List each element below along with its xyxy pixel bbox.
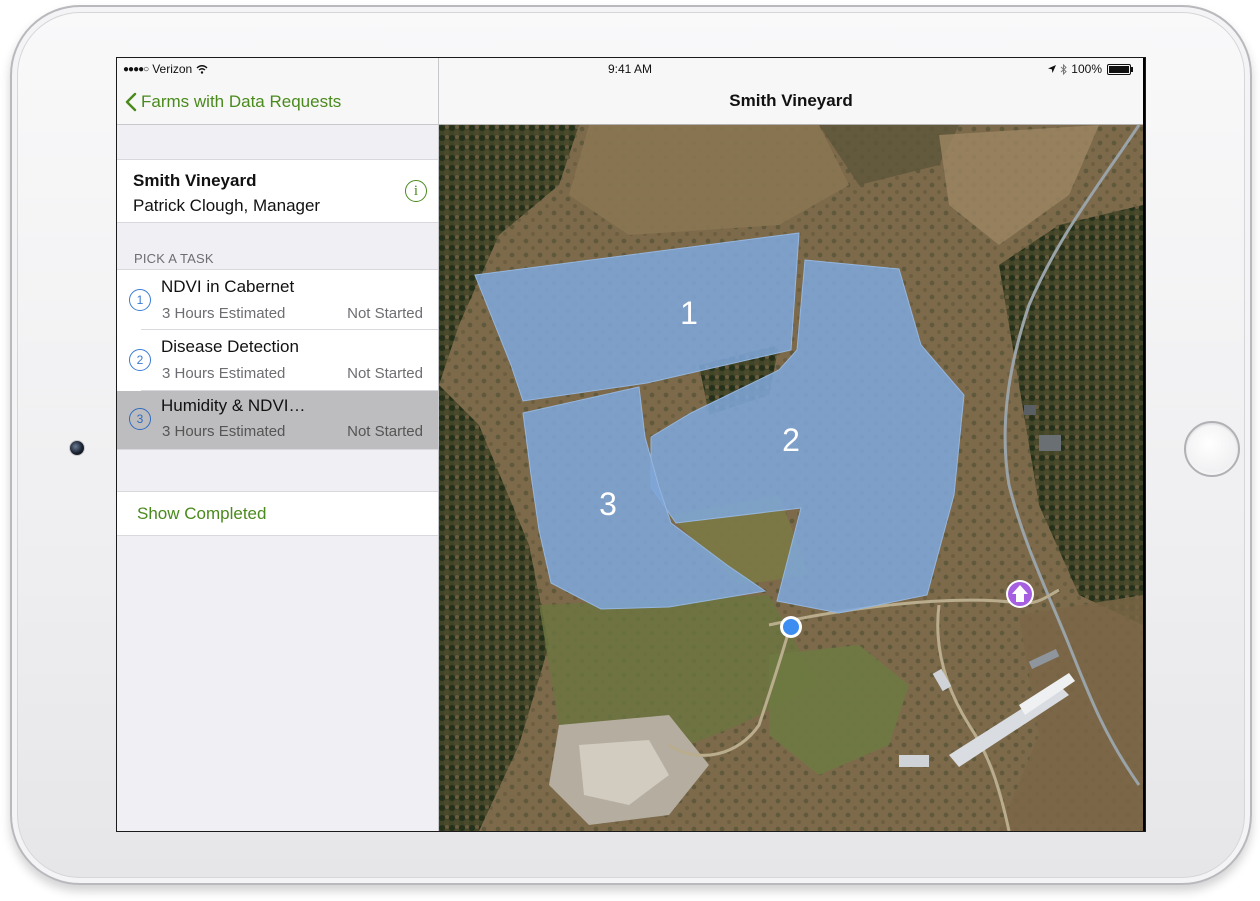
task-row-humidity-ndvi[interactable]: 3 Humidity & NDVI… 3 Hours Estimated Not… (117, 391, 438, 449)
task-title: Humidity & NDVI… (161, 396, 306, 415)
map-canvas[interactable]: 1 2 3 (439, 125, 1143, 831)
farm-manager: Patrick Clough, Manager (133, 196, 321, 215)
battery-icon (1107, 63, 1133, 75)
status-right: 100% (1047, 62, 1133, 76)
bluetooth-icon (1060, 63, 1068, 75)
map-field-3-label: 3 (599, 486, 617, 522)
status-time: 9:41 AM (607, 62, 653, 76)
task-estimate: 3 Hours Estimated (162, 423, 286, 440)
home-button[interactable] (1184, 421, 1240, 477)
task-title: Disease Detection (161, 337, 299, 356)
ipad-screen: Farms with Data Requests Smith Vineyard … (116, 57, 1146, 832)
detail-panel: Smith Vineyard 1 2 3 (439, 58, 1143, 831)
task-row-disease-detection[interactable]: 2 Disease Detection 3 Hours Estimated No… (117, 330, 438, 390)
task-estimate: 3 Hours Estimated (162, 365, 286, 382)
location-arrow-icon (1048, 65, 1057, 73)
show-completed-button[interactable]: Show Completed (117, 491, 438, 536)
task-status: Not Started (347, 365, 423, 382)
task-number-badge: 3 (129, 408, 151, 430)
task-estimate: 3 Hours Estimated (162, 305, 286, 322)
page-title: Smith Vineyard (729, 91, 853, 110)
current-location-dot (780, 616, 802, 638)
task-row-ndvi-cabernet[interactable]: 1 NDVI in Cabernet 3 Hours Estimated Not… (117, 270, 438, 330)
back-button-label: Farms with Data Requests (141, 92, 342, 111)
map-field-2-label: 2 (782, 422, 800, 458)
task-number-badge: 1 (129, 289, 151, 311)
farm-name: Smith Vineyard (133, 171, 257, 190)
task-list: 1 NDVI in Cabernet 3 Hours Estimated Not… (117, 269, 438, 450)
chevron-left-icon (125, 92, 137, 112)
master-panel: Farms with Data Requests Smith Vineyard … (117, 58, 439, 831)
show-completed-label: Show Completed (137, 504, 267, 523)
battery-percent: 100% (1071, 62, 1102, 76)
section-header: PICK A TASK (134, 251, 214, 266)
info-icon[interactable]: i (405, 180, 427, 202)
task-status: Not Started (347, 423, 423, 440)
task-number-badge: 2 (129, 349, 151, 371)
back-button[interactable]: Farms with Data Requests (125, 92, 341, 112)
upload-arrow-icon[interactable] (1006, 580, 1034, 608)
camera-icon (70, 441, 84, 455)
map-field-1-label: 1 (680, 295, 698, 331)
satellite-map[interactable]: 1 2 3 (439, 125, 1143, 831)
farm-header-cell: Smith Vineyard Patrick Clough, Manager i (117, 159, 438, 223)
task-status: Not Started (347, 305, 423, 322)
status-bar: ●●●●○ Verizon 9:41 AM 100% (117, 58, 1143, 80)
task-title: NDVI in Cabernet (161, 277, 295, 296)
